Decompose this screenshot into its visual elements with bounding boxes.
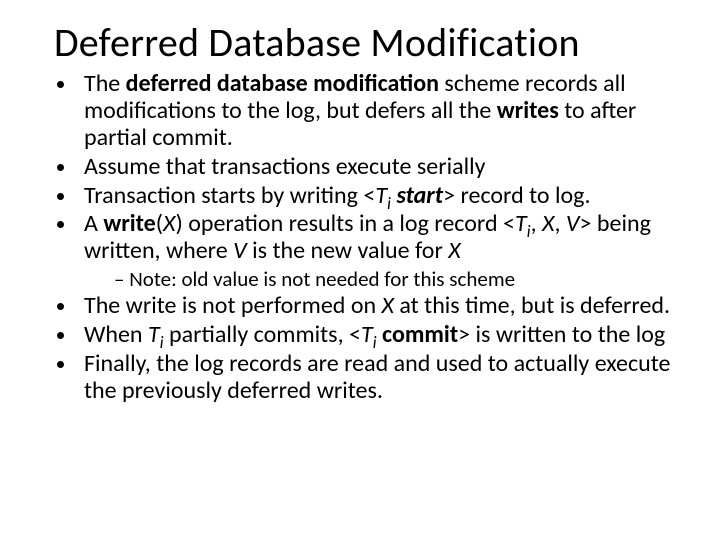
b4-X1: X [163, 209, 175, 238]
b3-b: > record to log. [443, 181, 590, 210]
slide-title: Deferred Database Modification [54, 18, 676, 67]
b6-commit: commit [382, 320, 458, 349]
b4-e: , [555, 209, 566, 238]
b3-a: Transaction starts by writing < [84, 181, 375, 210]
b1-bold: deferred database modification [126, 69, 439, 98]
bullet-4: A write(X) operation results in a log re… [78, 211, 676, 291]
b5-b: at this time, but is deferred. [394, 291, 670, 320]
b4-V2: V [233, 236, 247, 265]
b4-d: , [531, 209, 542, 238]
b6-b: partially commits, [164, 320, 349, 349]
b4-X3: X [448, 236, 460, 265]
bullet-6: When Ti partially commits, <Ti commit> i… [78, 322, 676, 349]
bullet-list: The deferred database modification schem… [78, 71, 676, 405]
b4-b: ( [156, 209, 163, 238]
b3-T: T [375, 181, 387, 210]
b5-a: The write is not performed on [84, 291, 382, 320]
b4-g: is the new value for [247, 236, 449, 265]
b5-X: X [382, 291, 394, 320]
b4-V1: V [566, 209, 580, 238]
sub-list: Note: old value is not needed for this s… [114, 267, 676, 291]
b6-lt: < [349, 320, 361, 349]
b4-X2: X [542, 209, 554, 238]
b4-T: T [515, 209, 527, 238]
b6-T1: T [148, 320, 160, 349]
bullet-5: The write is not performed on X at this … [78, 293, 676, 320]
b1-text-a: The [84, 69, 126, 98]
bullet-3: Transaction starts by writing <Ti start>… [78, 183, 676, 210]
slide: Deferred Database Modification The defer… [0, 0, 720, 540]
bullet-1: The deferred database modification schem… [78, 71, 676, 152]
bullet-2: Assume that transactions execute seriall… [78, 154, 676, 181]
b4-write: write [103, 209, 155, 238]
b6-a: When [84, 320, 148, 349]
b3-start: start [396, 181, 443, 210]
bullet-7: Finally, the log records are read and us… [78, 351, 676, 405]
b6-token: <Ti commit [349, 320, 458, 349]
sub-bullet-1: Note: old value is not needed for this s… [114, 267, 676, 291]
b4-a: A [84, 209, 103, 238]
b6-T2: T [361, 320, 373, 349]
b6-c: > is written to the log [458, 320, 665, 349]
b4-c: ) operation results in a log record < [175, 209, 514, 238]
b1-writes: writes [497, 96, 559, 125]
